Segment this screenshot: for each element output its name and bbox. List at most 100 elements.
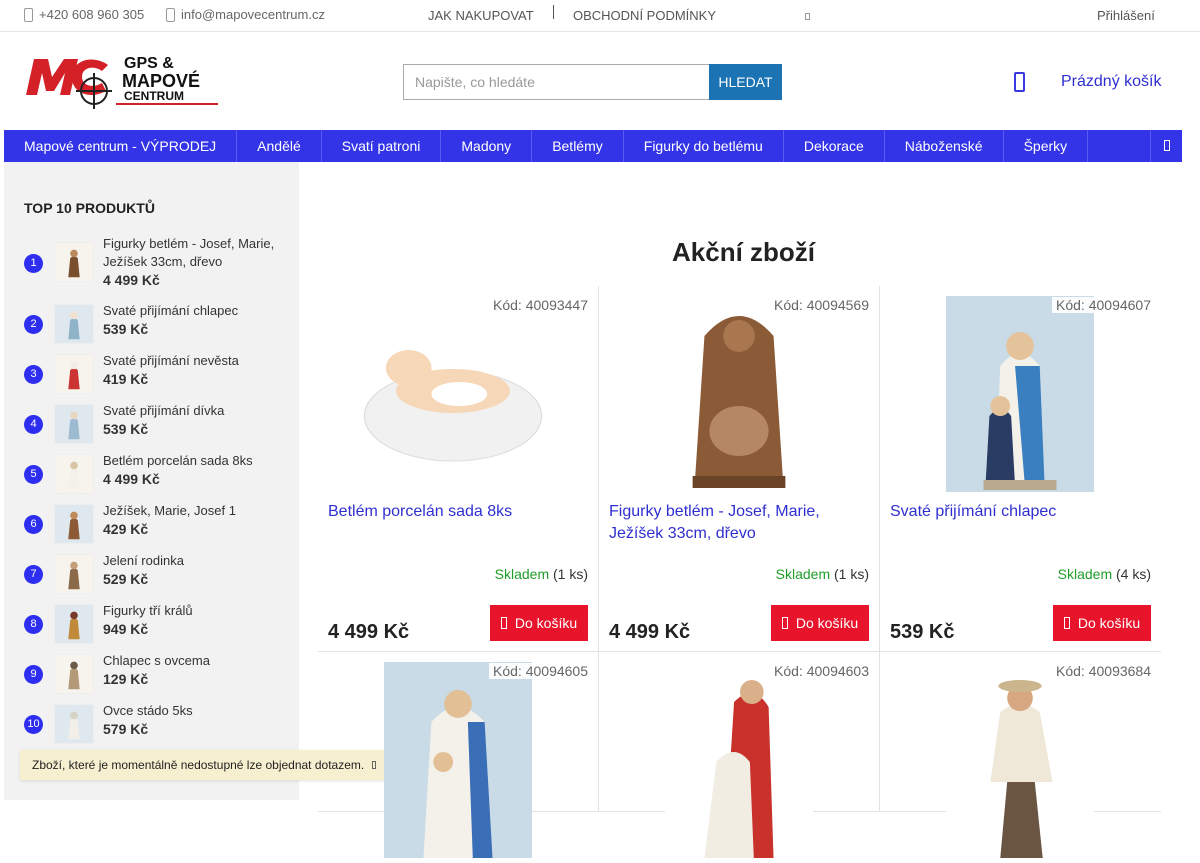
top-product-price: 4 499 Kč [103, 272, 160, 288]
product-thumbnail[interactable] [54, 354, 94, 394]
add-to-cart-label: Do košíku [795, 615, 859, 631]
rank-badge: 7 [24, 565, 43, 584]
product-image[interactable] [665, 296, 813, 492]
top-product-item[interactable]: 4 Svaté přijímání dívka 539 Kč [24, 400, 289, 450]
product-card: Kód: 40094605 [318, 652, 599, 858]
top-product-name[interactable]: Svaté přijímání chlapec [103, 302, 289, 320]
rank-badge: 3 [24, 365, 43, 384]
top-product-item[interactable]: 3 Svaté přijímání nevěsta 419 Kč [24, 350, 289, 400]
search-button[interactable]: HLEDAT [709, 64, 782, 100]
product-code: Kód: 40093447 [489, 297, 588, 313]
top-product-name[interactable]: Svaté přijímání nevěsta [103, 352, 289, 370]
nav-menu-button[interactable] [1150, 130, 1182, 162]
top-product-price: 529 Kč [103, 571, 149, 587]
phone-number[interactable]: +420 608 960 305 [39, 7, 144, 22]
nav-item-2[interactable]: Andělé [237, 130, 322, 162]
rank-badge: 9 [24, 665, 43, 684]
top-product-name[interactable]: Svaté přijímání dívka [103, 402, 289, 420]
header: GPS & MAPOVÉ CENTRUM HLEDAT Prázdný koší… [0, 32, 1200, 130]
top-product-name[interactable]: Figurky tří králů [103, 602, 289, 620]
product-title[interactable]: Betlém porcelán sada 8ks [328, 501, 588, 523]
product-card: Kód: 40093447 Betlém porcelán sada 8ks Skl… [318, 286, 599, 652]
top-product-item[interactable]: 2 Svaté přijímání chlapec 539 Kč [24, 300, 289, 350]
main-navigation: Mapové centrum - VÝPRODEJ Andělé Svatí pat… [4, 130, 1182, 162]
product-card: Kód: 40093684 [880, 652, 1161, 858]
product-thumbnail[interactable] [54, 704, 94, 744]
top-product-name[interactable]: Chlapec s ovcema [103, 652, 289, 670]
product-card: Kód: 40094607 Svaté přijímání chlapec Skla… [880, 286, 1161, 652]
language-icon[interactable] [805, 13, 810, 20]
logo-line2: MAPOVÉ [122, 70, 200, 91]
rank-badge: 5 [24, 465, 43, 484]
top-product-item[interactable]: 10 Ovce stádo 5ks 579 Kč [24, 700, 289, 750]
product-image[interactable] [384, 662, 532, 858]
top-product-item[interactable]: 6 Ježíšek, Marie, Josef 1 429 Kč [24, 500, 289, 550]
stock-info: Skladem (1 ks) [776, 566, 869, 582]
cart-icon[interactable] [1014, 72, 1025, 92]
link-how-to-buy[interactable]: JAK NAKUPOVAT [428, 8, 534, 23]
cart-icon [1063, 617, 1070, 629]
product-title[interactable]: Figurky betlém - Josef, Marie, Ježíšek 3… [609, 501, 869, 545]
product-thumbnail[interactable] [54, 304, 94, 344]
product-thumbnail[interactable] [54, 654, 94, 694]
nav-item-6[interactable]: Figurky do betlému [624, 130, 784, 162]
top-product-price: 129 Kč [103, 671, 149, 687]
cart-icon [781, 617, 788, 629]
nav-item-4[interactable]: Madony [441, 130, 533, 162]
rank-badge: 10 [24, 715, 43, 734]
search-input[interactable] [403, 64, 709, 100]
product-code: Kód: 40093684 [1052, 663, 1151, 679]
login-link[interactable]: Přihlášení [1097, 8, 1155, 23]
product-image[interactable] [665, 662, 813, 858]
top-product-name[interactable]: Ovce stádo 5ks [103, 702, 289, 720]
product-image[interactable] [358, 296, 548, 492]
add-to-cart-button[interactable]: Do košíku [1053, 605, 1151, 641]
top-product-name[interactable]: Figurky betlém - Josef, Marie, Ježíšek 3… [103, 235, 289, 271]
top-product-price: 419 Kč [103, 371, 149, 387]
nav-item-5[interactable]: Betlémy [532, 130, 624, 162]
top-product-item[interactable]: 8 Figurky tří králů 949 Kč [24, 600, 289, 650]
product-title[interactable]: Svaté přijímání chlapec [890, 501, 1150, 523]
top-product-item[interactable]: 9 Chlapec s ovcema 129 Kč [24, 650, 289, 700]
product-card: Kód: 40094603 [599, 652, 880, 858]
product-thumbnail[interactable] [54, 604, 94, 644]
site-logo[interactable]: GPS & MAPOVÉ CENTRUM [24, 51, 220, 110]
nav-item-9[interactable]: Šperky [1004, 130, 1089, 162]
email-address[interactable]: info@mapovecentrum.cz [181, 7, 325, 22]
top-product-price: 579 Kč [103, 721, 149, 737]
add-to-cart-button[interactable]: Do košíku [771, 605, 869, 641]
nav-item-1[interactable]: Mapové centrum - VÝPRODEJ [4, 130, 238, 162]
top-product-price: 539 Kč [103, 321, 149, 337]
add-to-cart-button[interactable]: Do košíku [490, 605, 588, 641]
cart-link[interactable]: Prázdný košík [1061, 73, 1161, 91]
menu-icon [1164, 140, 1170, 151]
email-contact[interactable]: info@mapovecentrum.cz [166, 7, 325, 22]
product-thumbnail[interactable] [54, 242, 94, 282]
product-image[interactable] [946, 296, 1094, 492]
product-thumbnail[interactable] [54, 404, 94, 444]
product-thumbnail[interactable] [54, 554, 94, 594]
link-terms[interactable]: OBCHODNÍ PODMÍNKY [573, 8, 716, 23]
stock-quantity: (1 ks) [834, 566, 869, 582]
top-product-price: 429 Kč [103, 521, 149, 537]
top-product-item[interactable]: 7 Jelení rodinka 529 Kč [24, 550, 289, 600]
top-product-price: 539 Kč [103, 421, 149, 437]
rank-badge: 2 [24, 315, 43, 334]
top-product-name[interactable]: Ježíšek, Marie, Josef 1 [103, 502, 289, 520]
product-image[interactable] [946, 662, 1094, 858]
logo-line1: GPS & [124, 55, 174, 72]
top-product-name[interactable]: Jelení rodinka [103, 552, 289, 570]
product-price: 4 499 Kč [328, 621, 410, 643]
nav-item-3[interactable]: Svatí patroni [322, 130, 442, 162]
nav-item-8[interactable]: Náboženské [885, 130, 1004, 162]
top-product-item[interactable]: 5 Betlém porcelán sada 8ks 4 499 Kč [24, 450, 289, 500]
top-product-name[interactable]: Betlém porcelán sada 8ks [103, 452, 289, 470]
product-price: 539 Kč [890, 621, 955, 643]
product-thumbnail[interactable] [54, 454, 94, 494]
top-bar: +420 608 960 305 info@mapovecentrum.cz J… [0, 0, 1200, 32]
phone-contact[interactable]: +420 608 960 305 [24, 7, 144, 22]
product-thumbnail[interactable] [54, 504, 94, 544]
nav-item-7[interactable]: Dekorace [784, 130, 885, 162]
rank-badge: 8 [24, 615, 43, 634]
top-product-item[interactable]: 1 Figurky betlém - Josef, Marie, Ježíšek … [24, 235, 289, 288]
